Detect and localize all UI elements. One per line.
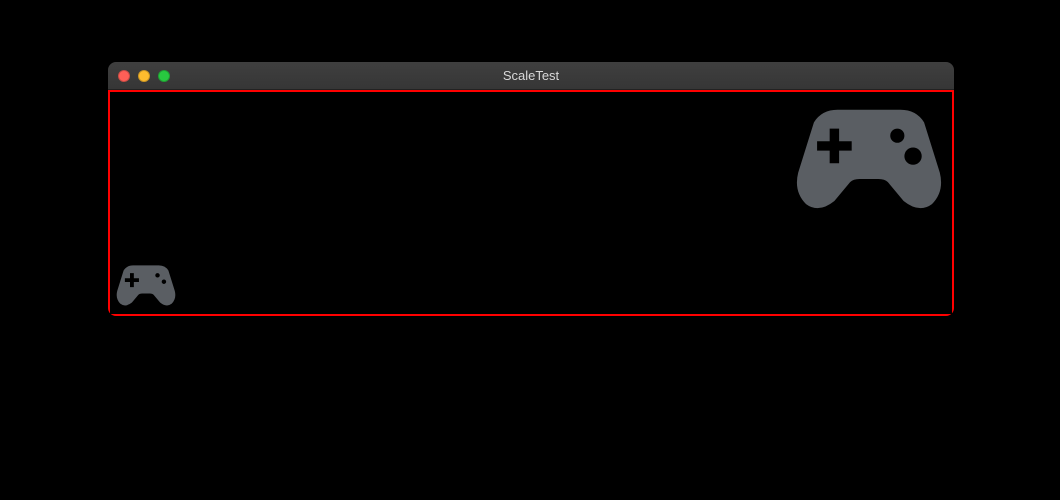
- window-title: ScaleTest: [108, 68, 954, 83]
- maximize-button[interactable]: [158, 70, 170, 82]
- minimize-button[interactable]: [138, 70, 150, 82]
- game-controller-icon-small: [114, 259, 178, 312]
- content-area: [108, 90, 954, 316]
- close-button[interactable]: [118, 70, 130, 82]
- game-controller-icon-large: [790, 94, 948, 217]
- titlebar[interactable]: ScaleTest: [108, 62, 954, 90]
- app-window: ScaleTest: [108, 62, 954, 316]
- traffic-lights: [108, 70, 170, 82]
